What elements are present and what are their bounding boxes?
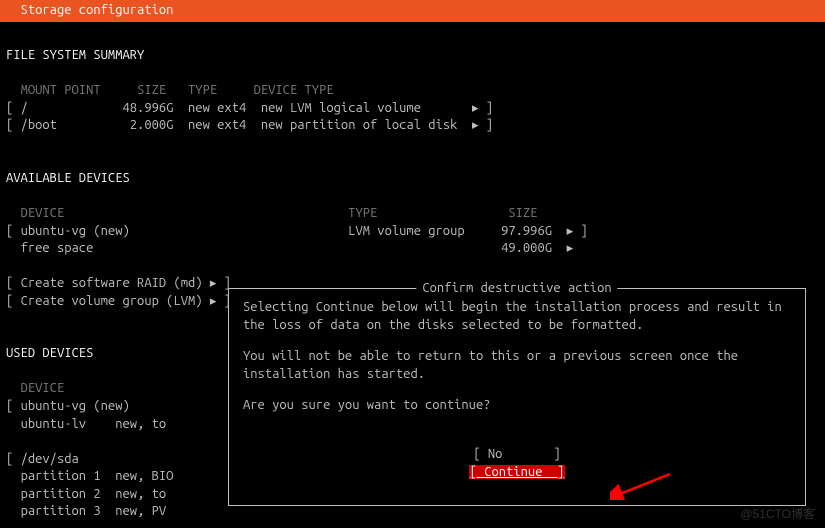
chevron-right-icon: ▸ bbox=[210, 276, 217, 290]
create-lvm-action[interactable]: [ Create volume group (LVM) ▸ ] bbox=[6, 294, 231, 308]
continue-button[interactable]: [ Continue ] bbox=[469, 465, 566, 479]
fss-col-devtype: DEVICE TYPE bbox=[254, 83, 334, 97]
chevron-right-icon: ▸ bbox=[472, 118, 479, 132]
chevron-right-icon: ▸ bbox=[567, 224, 574, 238]
chevron-right-icon: ▸ bbox=[567, 241, 574, 255]
create-raid-action[interactable]: [ Create software RAID (md) ▸ ] bbox=[6, 276, 231, 290]
ad-col-device: DEVICE bbox=[21, 206, 65, 220]
confirm-dialog: Confirm destructive action Selecting Con… bbox=[228, 288, 806, 506]
ud-row[interactable]: [ ubuntu-vg (new) bbox=[6, 399, 130, 413]
fss-col-type: TYPE bbox=[188, 83, 217, 97]
fss-col-mount: MOUNT POINT bbox=[21, 83, 101, 97]
dialog-title: Confirm destructive action bbox=[416, 280, 617, 298]
chevron-right-icon: ▸ bbox=[472, 101, 479, 115]
ad-col-size: SIZE bbox=[508, 206, 537, 220]
fss-col-size: SIZE bbox=[137, 83, 166, 97]
ad-col-type: TYPE bbox=[348, 206, 377, 220]
ud-child-row[interactable]: ubuntu-lv new, to bbox=[6, 417, 166, 431]
dialog-paragraph: Selecting Continue below will begin the … bbox=[243, 299, 791, 334]
dialog-paragraph: Are you sure you want to continue? bbox=[243, 397, 791, 415]
ud-col-device: DEVICE bbox=[21, 381, 65, 395]
fss-row[interactable]: [ / 48.996G new ext4 new LVM logical vol… bbox=[6, 101, 493, 115]
title-bar: Storage configuration bbox=[0, 0, 825, 22]
dialog-paragraph: You will not be able to return to this o… bbox=[243, 348, 791, 383]
ud-row[interactable]: [ /dev/sda bbox=[6, 452, 79, 466]
watermark: @51CTO博客 bbox=[740, 506, 815, 522]
ad-row[interactable]: free space 49.000G ▸ bbox=[6, 241, 573, 255]
ud-child-row[interactable]: partition 2 new, to bbox=[6, 487, 166, 501]
dialog-body: Selecting Continue below will begin the … bbox=[243, 299, 791, 415]
chevron-right-icon: ▸ bbox=[210, 294, 217, 308]
ud-child-row[interactable]: partition 3 new, PV bbox=[6, 504, 166, 518]
file-system-summary-title: FILE SYSTEM SUMMARY bbox=[6, 48, 144, 62]
fss-row[interactable]: [ /boot 2.000G new ext4 new partition of… bbox=[6, 118, 493, 132]
used-devices-title: USED DEVICES bbox=[6, 346, 93, 360]
ud-child-row[interactable]: partition 1 new, BIO bbox=[6, 469, 173, 483]
available-devices-title: AVAILABLE DEVICES bbox=[6, 171, 130, 185]
no-button[interactable]: [ No ] bbox=[473, 447, 560, 461]
page-title: Storage configuration bbox=[6, 3, 173, 17]
ad-row[interactable]: [ ubuntu-vg (new) LVM volume group 97.99… bbox=[6, 224, 588, 238]
